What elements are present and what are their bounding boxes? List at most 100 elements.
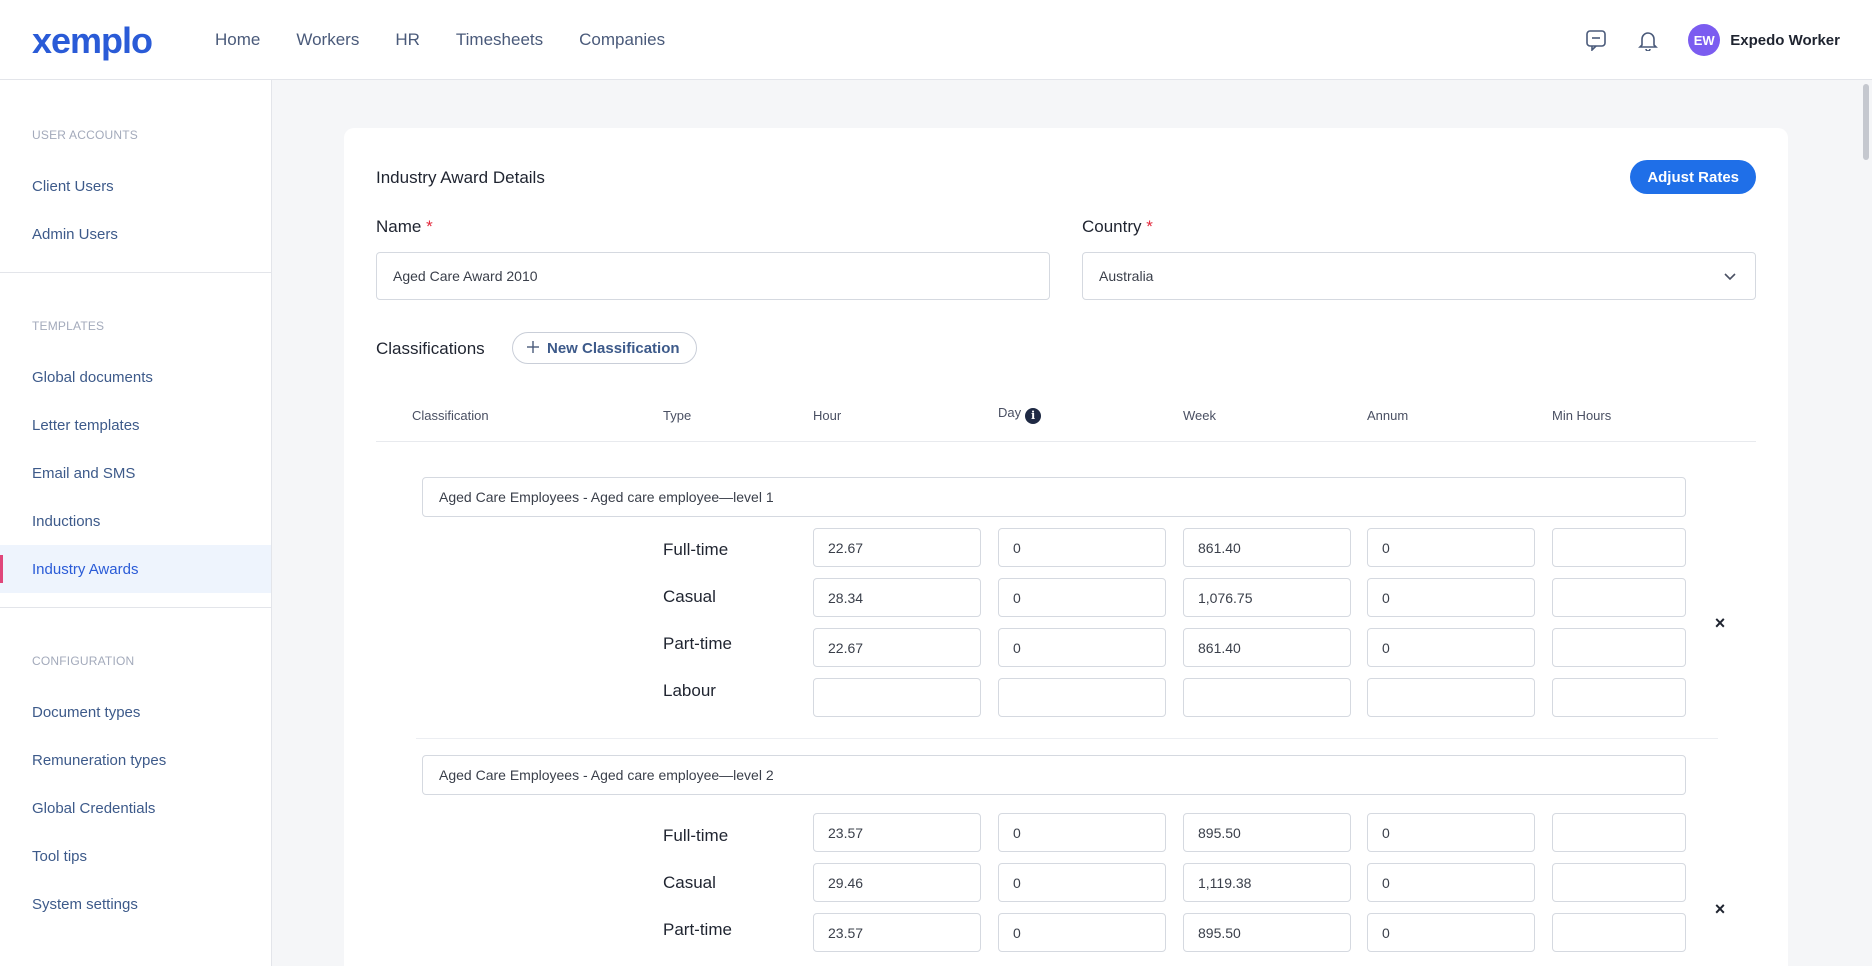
hour-field[interactable]: 23.57 [813, 813, 981, 852]
day-field[interactable]: 0 [998, 863, 1166, 902]
info-icon[interactable]: i [1025, 408, 1042, 424]
nav-hr[interactable]: HR [395, 30, 420, 50]
type-label: Part-time [663, 634, 732, 653]
nav-companies[interactable]: Companies [579, 30, 665, 50]
col-classification: Classification [412, 408, 489, 423]
min-hours-field[interactable] [1552, 678, 1686, 717]
annum-field[interactable]: 0 [1367, 528, 1535, 567]
week-field[interactable]: 895.50 [1183, 813, 1351, 852]
week-field[interactable] [1183, 678, 1351, 717]
industry-award-card: Industry Award Details Adjust Rates Name… [344, 128, 1788, 966]
sidebar: USER ACCOUNTS Client Users Admin Users T… [0, 80, 272, 966]
chevron-down-icon [1723, 269, 1737, 286]
hour-field[interactable]: 28.34 [813, 578, 981, 617]
country-select[interactable]: Australia [1082, 252, 1756, 300]
annum-field[interactable]: 0 [1367, 863, 1535, 902]
week-field[interactable]: 861.40 [1183, 528, 1351, 567]
top-bar: xemplo Home Workers HR Timesheets Compan… [0, 0, 1872, 80]
week-field[interactable]: 861.40 [1183, 628, 1351, 667]
xemplo-logo[interactable]: xemplo [32, 20, 153, 62]
day-field[interactable]: 0 [998, 528, 1166, 567]
hour-field[interactable]: 23.57 [813, 913, 981, 952]
remove-classification-button[interactable]: × [1712, 899, 1728, 919]
avatar[interactable]: EW [1688, 24, 1721, 56]
adjust-rates-button[interactable]: Adjust Rates [1630, 160, 1756, 194]
sidebar-item-system-settings[interactable]: System settings [0, 880, 271, 928]
user-name[interactable]: Expedo Worker [1730, 32, 1840, 49]
sidebar-item-email-and-sms[interactable]: Email and SMS [0, 449, 271, 497]
page-scrollbar[interactable] [1860, 80, 1872, 966]
remove-classification-button[interactable]: × [1712, 613, 1728, 633]
nav-home[interactable]: Home [215, 30, 260, 50]
scrollbar-thumb[interactable] [1863, 84, 1869, 160]
col-day: Day i [998, 405, 1042, 424]
sidebar-item-global-documents[interactable]: Global documents [0, 353, 271, 401]
annum-field[interactable] [1367, 678, 1535, 717]
header-divider [376, 441, 1756, 442]
nav-timesheets[interactable]: Timesheets [456, 30, 543, 50]
name-field[interactable]: Aged Care Award 2010 [376, 252, 1050, 300]
nav-workers[interactable]: Workers [296, 30, 359, 50]
day-field[interactable] [998, 678, 1166, 717]
annum-field[interactable]: 0 [1367, 578, 1535, 617]
sidebar-section-templates: TEMPLATES Global documents Letter templa… [0, 273, 271, 608]
day-field[interactable]: 0 [998, 813, 1166, 852]
min-hours-field[interactable] [1552, 813, 1686, 852]
hour-field[interactable]: 29.46 [813, 863, 981, 902]
hour-field[interactable] [813, 678, 981, 717]
annum-field[interactable]: 0 [1367, 813, 1535, 852]
new-classification-label: New Classification [547, 339, 680, 357]
col-hour: Hour [813, 408, 842, 423]
required-mark: * [426, 217, 433, 236]
classifications-label: Classifications [376, 339, 485, 358]
required-mark: * [1146, 217, 1153, 236]
min-hours-field[interactable] [1552, 913, 1686, 952]
day-field[interactable]: 0 [998, 913, 1166, 952]
min-hours-field[interactable] [1552, 863, 1686, 902]
week-field[interactable]: 895.50 [1183, 913, 1351, 952]
bell-icon[interactable] [1636, 28, 1660, 52]
col-type: Type [663, 408, 692, 423]
new-classification-button[interactable]: New Classification [512, 332, 697, 364]
sidebar-item-industry-awards[interactable]: Industry Awards [0, 545, 271, 593]
min-hours-field[interactable] [1552, 528, 1686, 567]
sidebar-item-admin-users[interactable]: Admin Users [0, 210, 271, 258]
chat-icon[interactable] [1584, 28, 1608, 52]
annum-field[interactable]: 0 [1367, 913, 1535, 952]
sidebar-heading: USER ACCOUNTS [32, 128, 138, 142]
sidebar-item-client-users[interactable]: Client Users [0, 162, 271, 210]
country-value: Australia [1099, 268, 1154, 284]
col-week: Week [1183, 408, 1216, 423]
type-label: Full-time [663, 540, 729, 559]
main-nav: Home Workers HR Timesheets Companies [215, 0, 701, 80]
sidebar-item-remuneration-types[interactable]: Remuneration types [0, 736, 271, 784]
week-field[interactable]: 1,119.38 [1183, 863, 1351, 902]
sidebar-item-document-types[interactable]: Document types [0, 688, 271, 736]
col-annum: Annum [1367, 408, 1409, 423]
day-field[interactable]: 0 [998, 578, 1166, 617]
page-title: Industry Award Details [376, 168, 545, 187]
day-field[interactable]: 0 [998, 628, 1166, 667]
sidebar-heading: TEMPLATES [32, 319, 105, 333]
classification-name-field[interactable]: Aged Care Employees - Aged care employee… [422, 477, 1686, 517]
hour-field[interactable]: 22.67 [813, 628, 981, 667]
type-label: Full-time [663, 826, 729, 845]
sidebar-section-user-accounts: USER ACCOUNTS Client Users Admin Users [0, 80, 271, 273]
week-field[interactable]: 1,076.75 [1183, 578, 1351, 617]
group-divider [416, 738, 1718, 739]
col-min-hours: Min Hours [1552, 408, 1612, 423]
sidebar-section-configuration: CONFIGURATION Document types Remuneratio… [0, 608, 271, 942]
min-hours-field[interactable] [1552, 628, 1686, 667]
min-hours-field[interactable] [1552, 578, 1686, 617]
hour-field[interactable]: 22.67 [813, 528, 981, 567]
sidebar-item-tool-tips[interactable]: Tool tips [0, 832, 271, 880]
annum-field[interactable]: 0 [1367, 628, 1535, 667]
type-label: Labour [663, 681, 716, 700]
type-label: Casual [663, 873, 716, 892]
classification-name-field[interactable]: Aged Care Employees - Aged care employee… [422, 755, 1686, 795]
plus-icon [527, 340, 539, 357]
sidebar-item-global-credentials[interactable]: Global Credentials [0, 784, 271, 832]
sidebar-item-inductions[interactable]: Inductions [0, 497, 271, 545]
sidebar-item-letter-templates[interactable]: Letter templates [0, 401, 271, 449]
name-label: Name * [376, 217, 433, 236]
